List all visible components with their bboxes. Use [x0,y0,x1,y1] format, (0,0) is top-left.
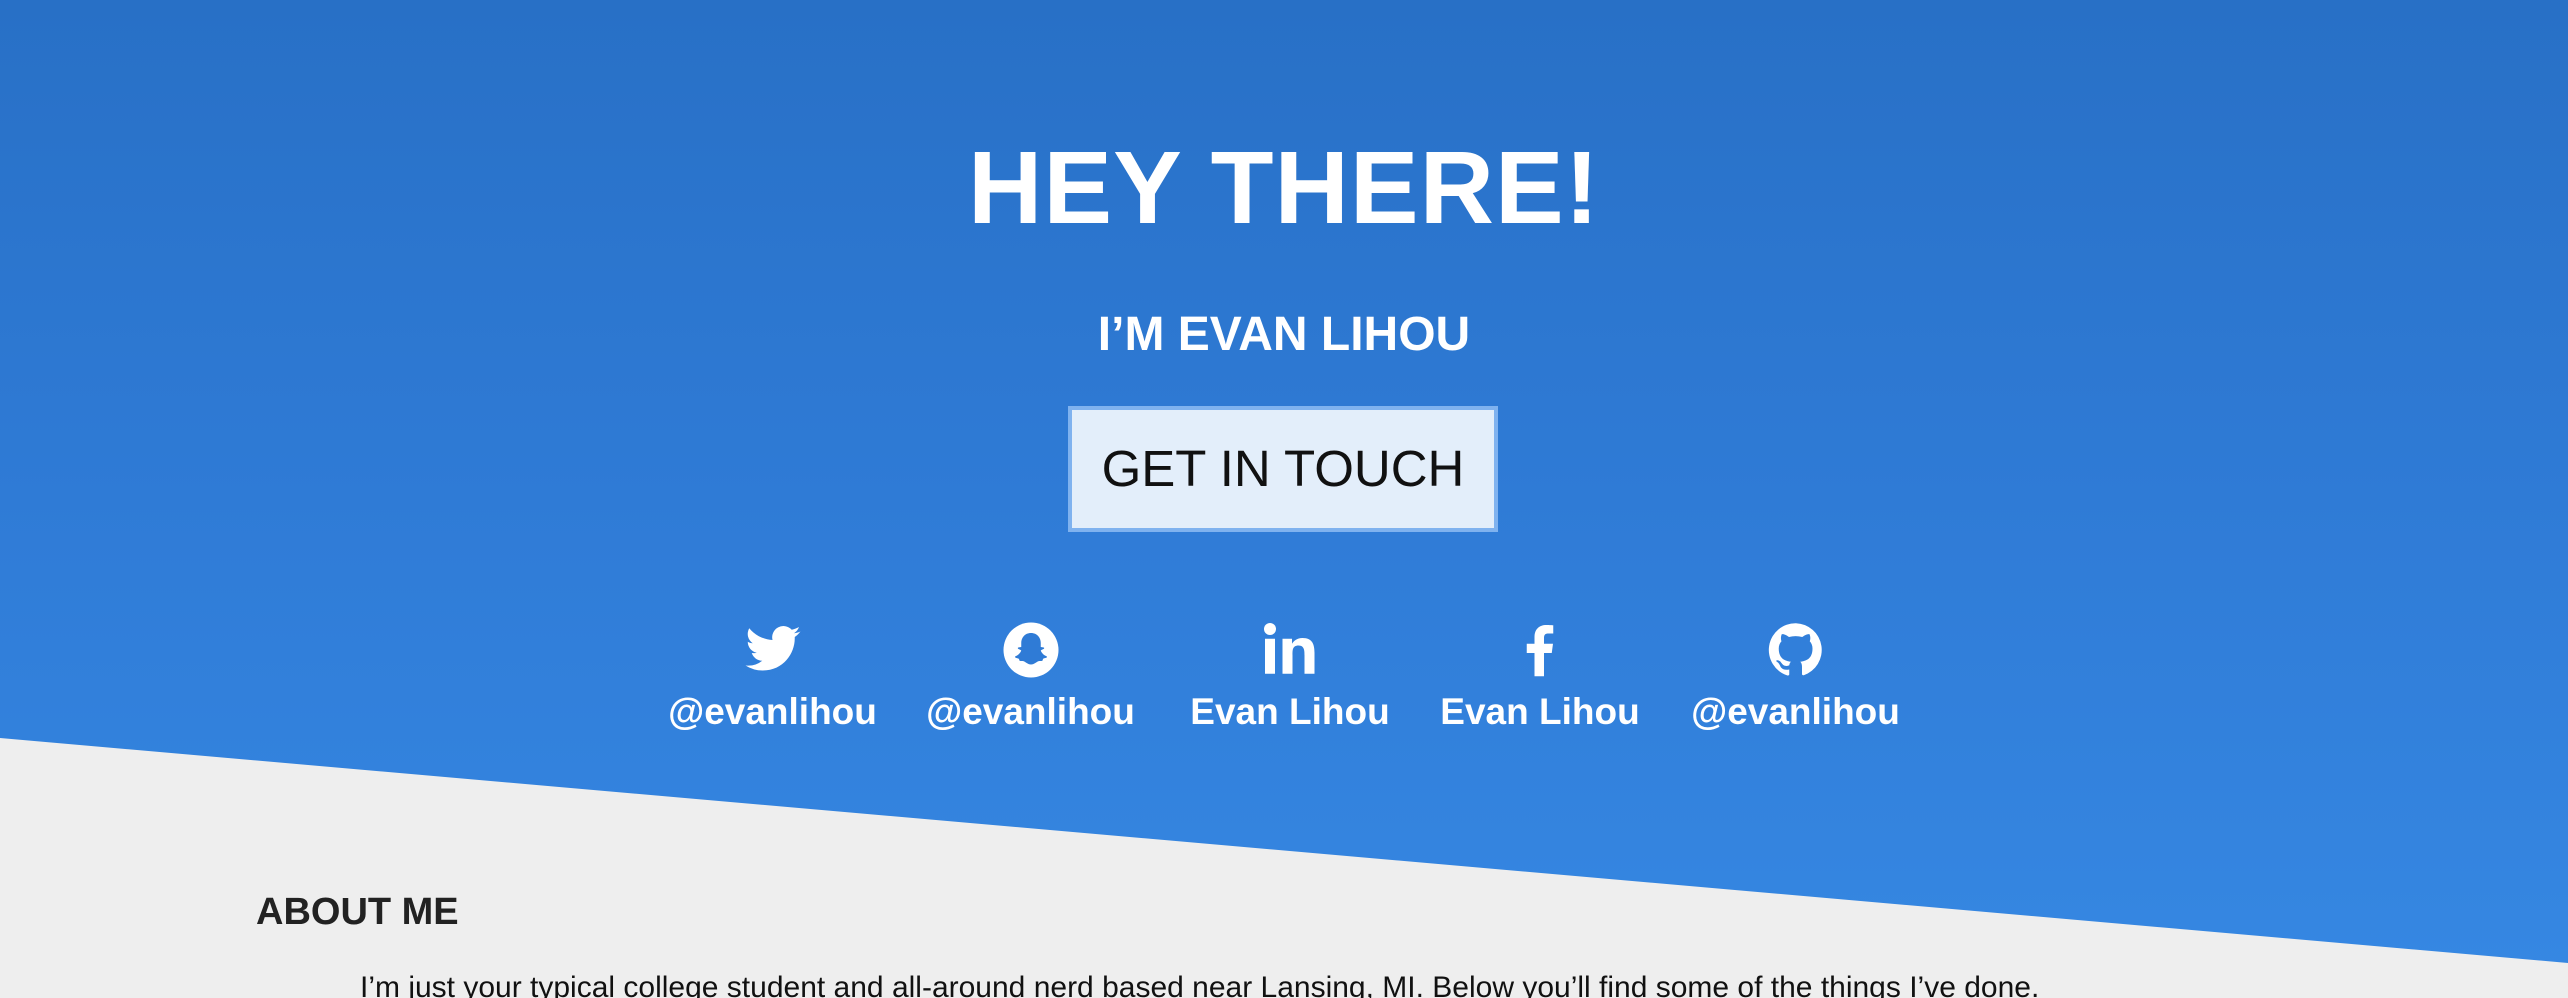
hero-title: HEY THERE! [968,130,1600,245]
social-link-twitter[interactable]: @evanlihou [660,620,885,750]
social-handle: @evanlihou [1691,691,1900,732]
hero-subtitle: I’M EVAN LIHOU [1097,308,1471,361]
facebook-icon [1526,625,1554,677]
twitter-icon [745,626,800,671]
get-in-touch-button[interactable]: GET IN TOUCH [1068,406,1498,532]
linkedin-icon [1264,623,1315,674]
social-links: @evanlihou @evanlihou Evan Lihou Evan Li… [0,620,2568,750]
social-handle: @evanlihou [926,691,1135,732]
page: HEY THERE! I’M EVAN LIHOU GET IN TOUCH @… [0,0,2568,998]
social-handle: Evan Lihou [1440,691,1640,732]
about-title: ABOUT ME [256,891,459,933]
about-text: I’m just your typical college student an… [360,971,2040,998]
social-handle: Evan Lihou [1190,691,1390,732]
social-link-snapchat[interactable]: @evanlihou [918,620,1143,750]
hero-section: HEY THERE! I’M EVAN LIHOU GET IN TOUCH @… [0,0,2568,760]
github-icon [1768,623,1822,676]
snapchat-icon [1003,622,1058,678]
social-link-github[interactable]: @evanlihou [1683,620,1908,750]
social-link-linkedin[interactable]: Evan Lihou [1180,620,1400,750]
social-link-facebook[interactable]: Evan Lihou [1430,620,1650,750]
social-handle: @evanlihou [668,691,877,732]
